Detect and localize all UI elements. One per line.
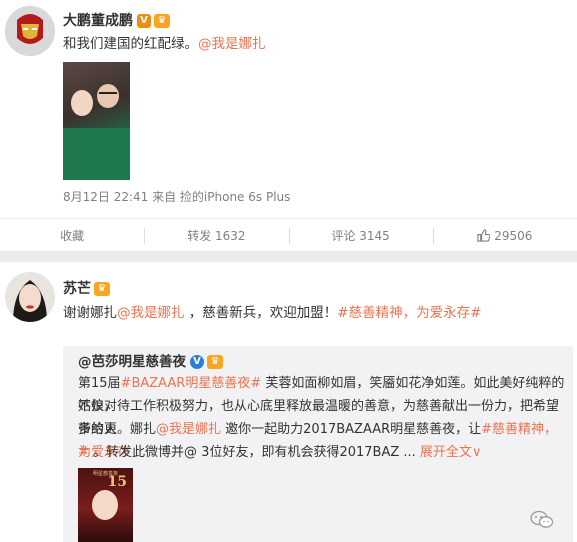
like-count: 29506	[494, 229, 533, 243]
repost-button[interactable]: 转发 1632	[144, 219, 288, 252]
thumb-up-icon	[477, 229, 494, 243]
avatar[interactable]	[5, 6, 55, 56]
mention-link[interactable]: @我是娜扎	[117, 305, 185, 321]
quoted-text-line: # 。转发此微博并@ 3位好友，即有机会获得2017BAZ ... 展开全文∨	[78, 441, 568, 464]
avatar[interactable]	[5, 272, 55, 322]
expand-label: 展开全文	[419, 445, 472, 460]
post-text: 谢谢娜扎@我是娜扎 ，慈善新兵，欢迎加盟！#慈善精神，为爱永存#	[63, 303, 481, 323]
author-name[interactable]: 大鹏董成鹏	[63, 13, 133, 29]
collect-button[interactable]: 收藏	[0, 219, 144, 252]
quoted-text: 第15届	[78, 376, 121, 391]
crown-icon: ♛	[94, 282, 110, 296]
post-meta[interactable]: 8月12日 22:41 来自 捡的iPhone 6s Plus	[63, 188, 290, 205]
chevron-down-icon: ∨	[471, 445, 482, 460]
poster-number: 15	[107, 474, 127, 490]
quoted-poster-image[interactable]: 明星慈善夜 15	[78, 468, 133, 542]
quoted-text: 。转发此微博并@ 3位好友，即有机会获得2017BAZ ...	[88, 445, 416, 460]
quoted-text: 多的人。娜扎	[78, 422, 157, 437]
verified-badge-icon: V	[190, 355, 204, 369]
mention-link[interactable]: @我是娜扎	[156, 422, 221, 437]
mention-link[interactable]: @我是娜扎	[198, 36, 266, 52]
verified-badge-icon: V	[137, 14, 151, 28]
poster-face	[92, 490, 118, 520]
post-author[interactable]: 大鹏董成鹏 V ♛	[63, 10, 170, 30]
hashtag-link[interactable]: #BAZAAR明星慈善夜#	[121, 376, 262, 391]
wechat-icon	[530, 510, 554, 530]
photo-face	[71, 90, 93, 116]
photo-shirt	[63, 128, 130, 180]
hashtag-link[interactable]: #慈善精神，为爱永存#	[337, 305, 481, 321]
post-text-body: 谢谢娜扎	[63, 305, 117, 321]
post-photo[interactable]	[63, 62, 130, 180]
post-actions: 收藏 转发 1632 评论 3145 29506	[0, 218, 577, 252]
expand-link[interactable]: 展开全文∨	[420, 445, 482, 460]
post-author[interactable]: 苏芒 ♛	[63, 278, 110, 298]
quoted-text: 邀你一起助力2017BAZAAR明星慈善夜，让	[221, 422, 482, 437]
post-text: 和我们建国的红配绿。@我是娜扎	[63, 34, 266, 54]
crown-icon: ♛	[154, 14, 170, 28]
photo-glasses	[99, 92, 117, 97]
author-name[interactable]: 苏芒	[63, 281, 91, 297]
crown-icon: ♛	[207, 355, 223, 369]
like-button[interactable]: 29506	[432, 219, 577, 252]
hashtag-link[interactable]: #	[78, 445, 89, 460]
quoted-author-name[interactable]: @芭莎明星慈善夜	[78, 354, 186, 370]
comment-button[interactable]: 评论 3145	[288, 219, 433, 252]
quoted-author[interactable]: @芭莎明星慈善夜 V ♛	[78, 350, 223, 370]
post-text-body: ，慈善新兵，欢迎加盟！	[184, 305, 338, 321]
post-text-body: 和我们建国的红配绿。	[63, 36, 198, 52]
